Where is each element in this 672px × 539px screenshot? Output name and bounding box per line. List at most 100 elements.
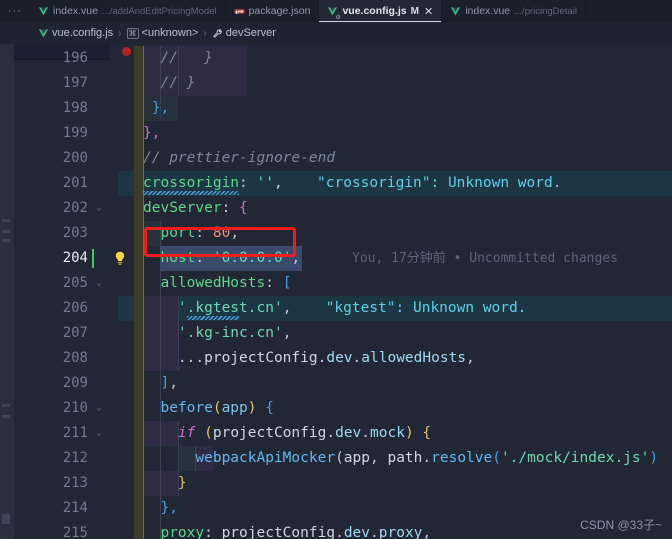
line-number[interactable]: 199 xyxy=(40,121,88,146)
code-token: ) xyxy=(649,450,659,466)
code-line-text: proxy: projectConfig.dev.proxy, xyxy=(143,521,431,539)
code-line-text: }, xyxy=(143,496,177,521)
line-number[interactable]: 215 xyxy=(40,521,88,539)
line-number[interactable]: 200 xyxy=(40,146,88,171)
tab-label: package.json xyxy=(248,5,311,17)
editor-tab-vue-config-js-2[interactable]: ⚙ vue.config.js M ✕ xyxy=(319,0,443,22)
code-line[interactable]: 201 crossorigin: '', "crossorigin": Unknow… xyxy=(0,171,672,196)
code-line[interactable]: 209 ], xyxy=(0,371,672,396)
code-line[interactable]: 204 host: '0.0.0.0', You, 17分钟前 • Uncommi… xyxy=(0,246,672,271)
line-number[interactable]: 214 xyxy=(40,496,88,521)
diagnostic-message: "crossorigin": Unknown word. xyxy=(317,175,562,191)
code-token: // prettier-ignore-end xyxy=(143,150,336,166)
code-line[interactable]: 214 }, xyxy=(0,496,672,521)
line-number[interactable]: 203 xyxy=(40,221,88,246)
gutter-modified-bar xyxy=(134,446,143,471)
vue-config-file-icon: ⚙ xyxy=(35,28,49,55)
breadcrumb-item-1[interactable]: ⌘ <unknown> xyxy=(126,27,198,39)
tab-path: .../addAndEditPricingModel xyxy=(101,5,217,17)
code-line[interactable]: 199}, xyxy=(0,121,672,146)
code-line[interactable]: 208 ...projectConfig.dev.allowedHosts, xyxy=(0,346,672,371)
code-token: resolve xyxy=(431,450,493,466)
code-line[interactable]: 212 webpackApiMocker(app, path.resolve('… xyxy=(0,446,672,471)
git-blame-annotation[interactable]: You, 17分钟前 • Uncommitted changes xyxy=(352,246,618,271)
code-line[interactable]: 200 // prettier-ignore-end xyxy=(0,146,672,171)
code-token: ( xyxy=(492,450,501,466)
breadcrumb-item-2[interactable]: devServer xyxy=(212,27,276,39)
line-number[interactable]: 197 xyxy=(40,71,88,96)
code-token: crossorigin xyxy=(143,175,240,191)
code-token: { xyxy=(422,425,432,441)
code-token: proxy xyxy=(143,525,205,539)
code-token: : xyxy=(221,200,240,216)
code-editor[interactable]: 196 // } 197 // } 198 }, 199}, 200// prettie… xyxy=(0,44,672,539)
line-number[interactable]: 205 xyxy=(40,271,88,296)
code-line[interactable]: 198 }, xyxy=(0,96,672,121)
editor-tab-index-vue-3[interactable]: index.vue .../pricingDetail xyxy=(442,0,586,22)
line-number[interactable]: 212 xyxy=(40,446,88,471)
code-line[interactable]: 207 '.kg-inc.cn', xyxy=(0,321,672,346)
text-cursor xyxy=(92,249,94,268)
code-lines[interactable]: 196 // } 197 // } 198 }, 199}, 200// prettie… xyxy=(0,44,672,539)
gutter-modified-bar xyxy=(134,271,143,296)
gutter-modified-bar xyxy=(134,321,143,346)
editor-tab-index-vue-0[interactable]: index.vue .../addAndEditPricingModel xyxy=(30,0,226,22)
line-number[interactable]: 207 xyxy=(40,321,88,346)
code-line[interactable]: 196 // } xyxy=(0,46,672,71)
code-token: }, xyxy=(143,100,170,116)
gutter-modified-bar xyxy=(134,346,143,371)
code-line[interactable]: 206 '.kgtest.cn', "kgtest": Unknown word. xyxy=(0,296,672,321)
vue-config-file-icon: ⚙ xyxy=(327,6,341,21)
line-number[interactable]: 209 xyxy=(40,371,88,396)
gutter-modified-bar xyxy=(134,496,143,521)
code-token: , xyxy=(282,300,292,316)
gutter-modified-bar xyxy=(134,246,143,271)
tab-path: .../pricingDetail xyxy=(514,5,577,17)
code-token: proxy xyxy=(378,525,423,539)
watermark-text: CSDN @33子~ xyxy=(580,518,662,532)
line-number[interactable]: 211 xyxy=(40,421,88,446)
breadcrumb-item-0[interactable]: ⚙vue.config.js xyxy=(35,27,113,55)
code-token: path xyxy=(387,450,423,466)
vue-file-icon xyxy=(38,6,49,17)
line-number[interactable]: 206 xyxy=(40,296,88,321)
code-token: , xyxy=(370,450,388,466)
code-token: '' xyxy=(256,175,274,191)
code-token: ... xyxy=(143,350,205,366)
quick-fix-lightbulb-icon[interactable] xyxy=(112,250,128,267)
code-line-text: webpackApiMocker(app, path.resolve('./mo… xyxy=(143,446,658,471)
line-number[interactable]: 196 xyxy=(40,46,88,71)
line-number[interactable]: 213 xyxy=(40,471,88,496)
code-token: before xyxy=(143,400,213,416)
spelling-squiggle xyxy=(186,316,239,320)
line-number[interactable]: 201 xyxy=(40,171,88,196)
code-line-text: } xyxy=(143,471,187,496)
fold-chevron-icon[interactable]: ⌄ xyxy=(93,421,105,446)
line-number[interactable]: 208 xyxy=(40,346,88,371)
fold-chevron-icon[interactable]: ⌄ xyxy=(93,271,105,296)
code-token: ( xyxy=(212,400,222,416)
code-line[interactable]: 210 ⌄ before(app) { xyxy=(0,396,672,421)
fold-chevron-icon[interactable]: ⌄ xyxy=(93,196,105,221)
line-number[interactable]: 204 xyxy=(40,246,88,271)
code-line[interactable]: 211 ⌄ if (projectConfig.dev.mock) { xyxy=(0,421,672,446)
code-line[interactable]: 197 // } xyxy=(0,71,672,96)
code-line[interactable]: 213 } xyxy=(0,471,672,496)
line-number[interactable]: 198 xyxy=(40,96,88,121)
line-number[interactable]: 202 xyxy=(40,196,88,221)
code-line-text: devServer: { xyxy=(143,196,248,221)
code-line[interactable]: 205 ⌄ allowedHosts: [ xyxy=(0,271,672,296)
gutter-modified-bar xyxy=(134,371,143,396)
line-number[interactable]: 210 xyxy=(40,396,88,421)
diagnostic-message: "kgtest": Unknown word. xyxy=(325,300,527,316)
gutter-modified-bar xyxy=(134,171,143,196)
code-line[interactable]: 215 proxy: projectConfig.dev.proxy, xyxy=(0,521,672,539)
editor-tab-package-json-1[interactable]: package.json xyxy=(225,0,320,22)
tab-close-icon[interactable]: ✕ xyxy=(424,5,433,18)
code-line[interactable]: 203 port: 80, xyxy=(0,221,672,246)
fold-chevron-icon[interactable]: ⌄ xyxy=(93,396,105,421)
breadcrumb-separator: › xyxy=(203,27,207,39)
tab-overflow-button[interactable]: ··· xyxy=(0,0,30,22)
code-line[interactable]: 202 ⌄ devServer: { xyxy=(0,196,672,221)
gutter-modified-bar xyxy=(134,471,143,496)
